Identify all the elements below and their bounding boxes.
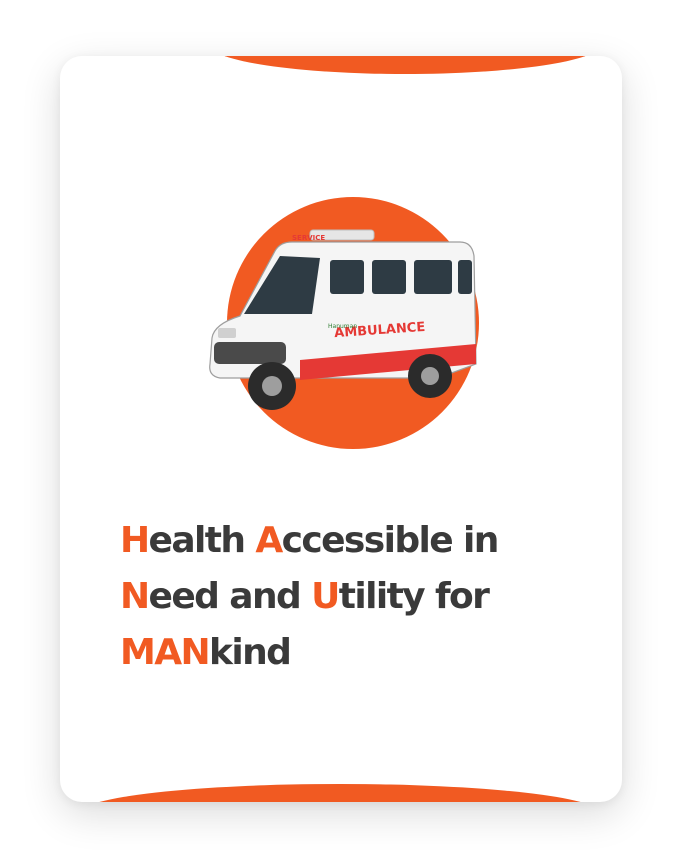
van-top-text: SERVICE — [292, 234, 325, 242]
headline-text-2: ccessible in — [281, 520, 500, 561]
headline-initial-man: MAN — [120, 632, 211, 673]
ambulance-hero-image: AMBULANCE SERVICE Hanuman — [180, 196, 480, 451]
headline-text-5: kind — [209, 632, 292, 673]
headline-initial-n: N — [120, 576, 150, 617]
headline-text-3: eed and — [148, 576, 312, 617]
headline-text-1: ealth — [148, 520, 256, 561]
headline-initial-a: A — [255, 520, 283, 561]
headline-initial-u: U — [311, 576, 340, 617]
headline-initial-h: H — [120, 520, 150, 561]
bottom-accent-arc — [80, 784, 600, 802]
top-accent-arc — [210, 56, 600, 74]
van-brand: Hanuman — [328, 323, 357, 330]
ambulance-van-icon: AMBULANCE SERVICE Hanuman — [209, 197, 479, 449]
headline: Health Accessible in Need and Utility fo… — [120, 513, 590, 681]
feature-card: AMBULANCE SERVICE Hanuman Health Accessi… — [60, 56, 622, 802]
headline-text-4: tility for — [338, 576, 490, 617]
